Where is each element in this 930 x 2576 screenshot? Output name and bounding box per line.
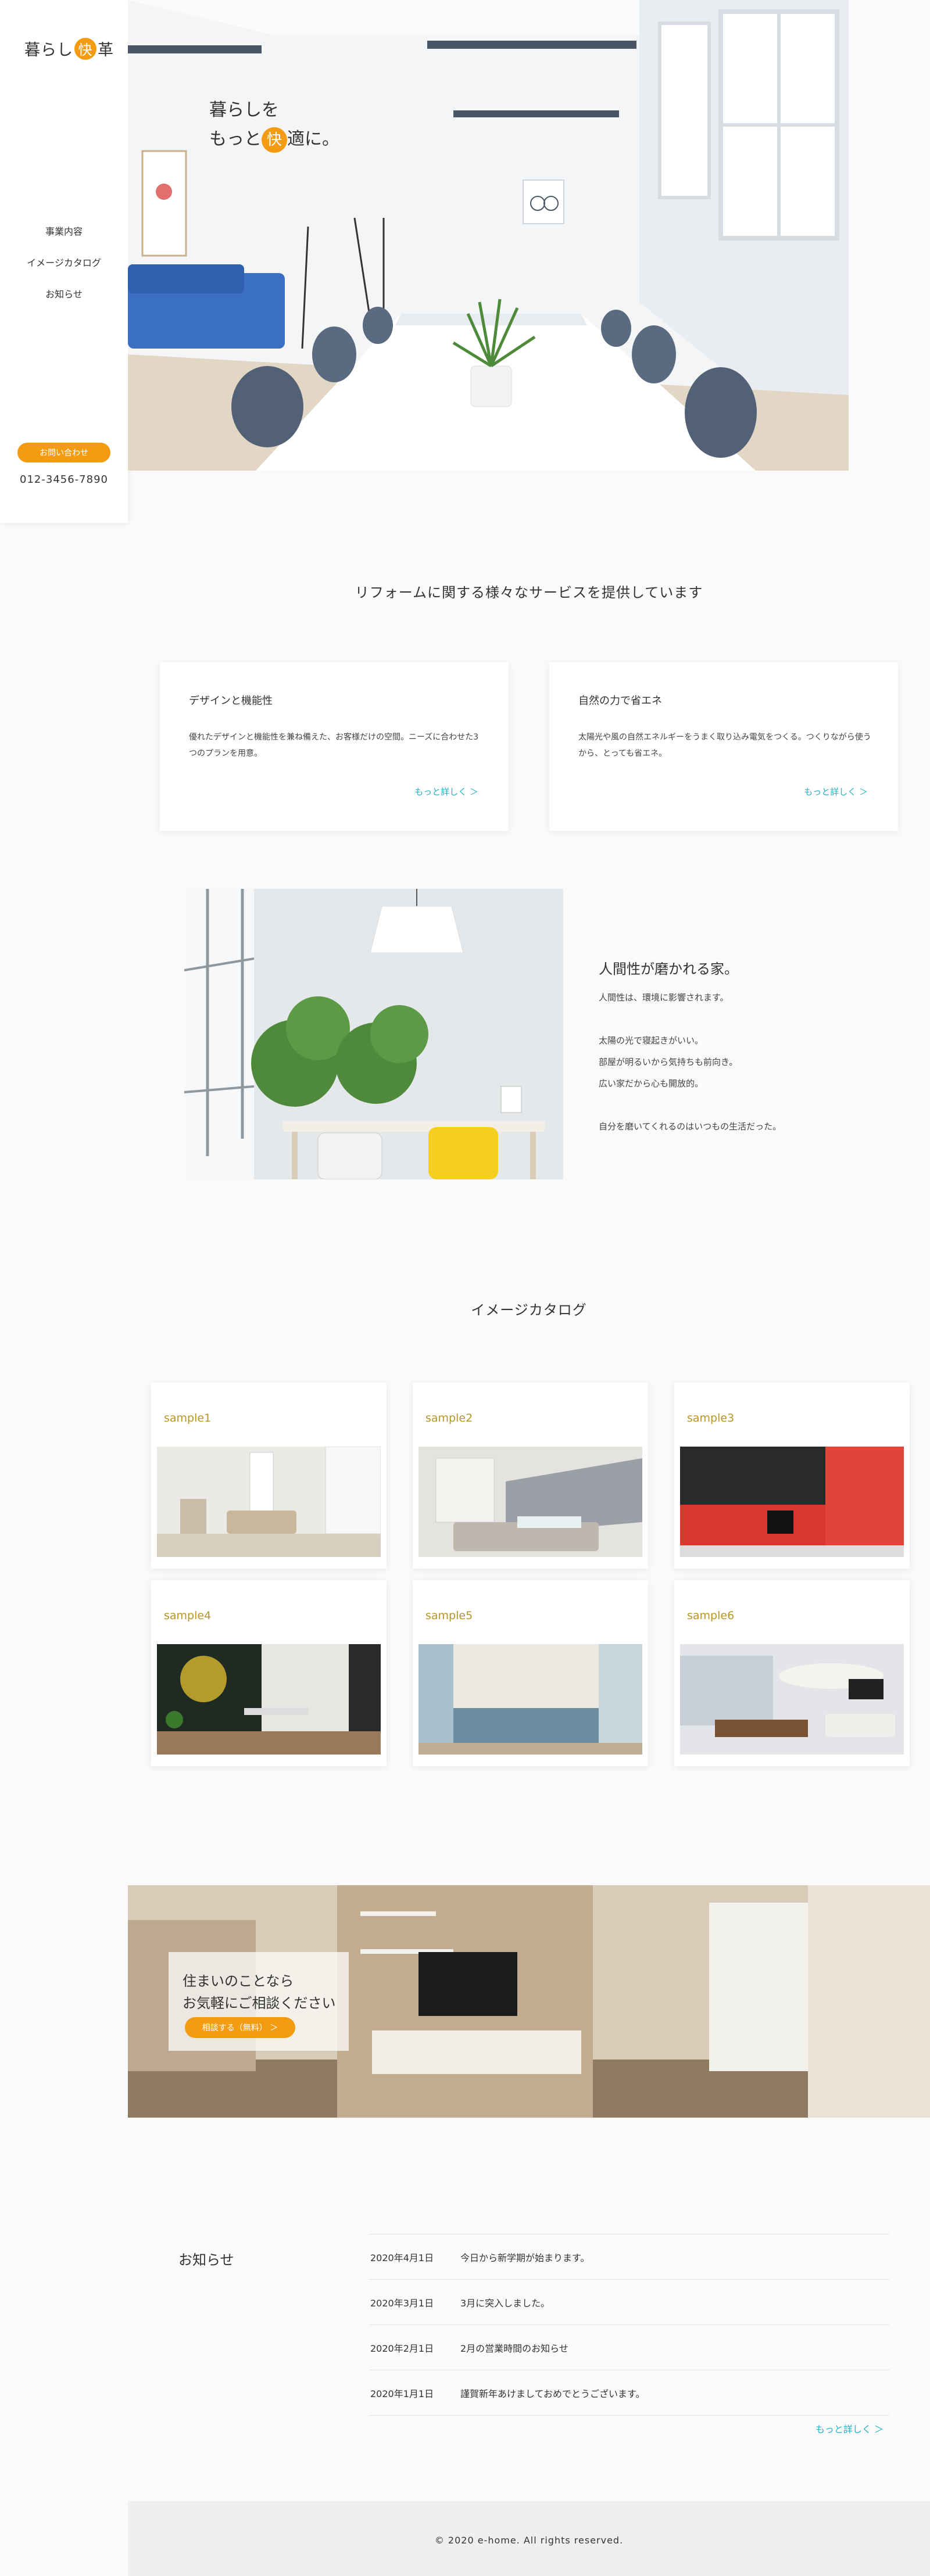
feature-line: 太陽の光で寝起きがいい。 xyxy=(599,1035,704,1046)
hero-line-2-post: 適に。 xyxy=(287,129,339,149)
news-row[interactable]: 2020年4月1日 今日から新学期が始まります。 xyxy=(369,2234,889,2280)
service-card-design: デザインと機能性 優れたデザインと機能性を兼ね備えた、お客様だけの空間。ニーズに… xyxy=(160,662,509,831)
logo-accent-char: 快 xyxy=(74,37,96,60)
news-text: 今日から新学期が始まります。 xyxy=(460,2252,590,2263)
service-card-desc: 優れたデザインと機能性を兼ね備えた、お客様だけの空間。ニーズに合わせた3つのプラ… xyxy=(189,733,479,758)
feature-text-block: 人間性が磨かれる家。 人間性は、環境に影響されます。 太陽の光で寝起きがいい。 … xyxy=(599,957,781,1138)
catalog-card-image xyxy=(157,1447,381,1557)
news-text: 3月に突入しました。 xyxy=(460,2297,550,2309)
catalog-card-image xyxy=(157,1644,381,1755)
catalog-card-name: sample5 xyxy=(425,1609,473,1622)
catalog-card-image xyxy=(419,1644,642,1755)
consult-box: 住まいのことなら お気軽にご相談ください 相談する（無料） ＞ xyxy=(169,1952,349,2051)
feature-heading: 人間性が磨かれる家。 xyxy=(599,961,738,977)
news-date: 2020年2月1日 xyxy=(370,2342,434,2354)
service-card-desc: 太陽光や風の自然エネルギーをうまく取り込み電気をつくる。つくりながら使うから、と… xyxy=(578,733,871,758)
catalog-card-name: sample2 xyxy=(425,1412,473,1425)
main-nav: 事業内容 イメージカタログ お知らせ xyxy=(0,224,128,318)
catalog-card-image xyxy=(419,1447,642,1557)
news-more-link[interactable]: もっと詳しく ＞ xyxy=(815,2421,884,2435)
news-date: 2020年4月1日 xyxy=(370,2252,434,2263)
news-row[interactable]: 2020年1月1日 謹賀新年あけましておめでとうございます。 xyxy=(369,2370,889,2416)
hero-line-2: もっと快適に。 xyxy=(209,125,339,154)
service-more-link[interactable]: もっと詳しく ＞ xyxy=(414,785,478,798)
service-card-title: 自然の力で省エネ xyxy=(578,695,662,707)
catalog-card-sample1[interactable]: sample1 xyxy=(151,1383,387,1569)
catalog-card-name: sample6 xyxy=(687,1609,735,1622)
nav-item-catalog[interactable]: イメージカタログ xyxy=(0,255,128,269)
hero-line-2-pre: もっと xyxy=(209,129,262,149)
feature-line: 部屋が明るいから気持ちも前向き。 xyxy=(599,1057,738,1067)
news-row[interactable]: 2020年2月1日 2月の営業時間のお知らせ xyxy=(369,2325,889,2370)
service-more-link[interactable]: もっと詳しく ＞ xyxy=(804,785,868,798)
hero-image: 暮らしを もっと快適に。 xyxy=(128,0,849,471)
feature-line: 人間性は、環境に影響されます。 xyxy=(599,992,729,1003)
consult-button[interactable]: 相談する（無料） ＞ xyxy=(185,2017,295,2038)
logo-text-post: 革 xyxy=(98,41,114,59)
catalog-card-sample3[interactable]: sample3 xyxy=(674,1383,910,1569)
consult-banner: 住まいのことなら お気軽にご相談ください 相談する（無料） ＞ xyxy=(128,1885,930,2118)
nav-item-news[interactable]: お知らせ xyxy=(0,286,128,300)
services-title: リフォームに関する様々なサービスを提供しています xyxy=(355,584,703,601)
news-text: 謹賀新年あけましておめでとうございます。 xyxy=(460,2388,645,2399)
feature-line-spacer xyxy=(599,1095,781,1116)
feature-line-spacer xyxy=(599,1009,781,1030)
logo[interactable]: 暮らし 快 革 xyxy=(24,37,114,60)
catalog-card-name: sample3 xyxy=(687,1412,735,1425)
logo-text-pre: 暮らし xyxy=(24,41,73,59)
catalog-card-sample6[interactable]: sample6 xyxy=(674,1580,910,1766)
copyright: © 2020 e-home. All rights reserved. xyxy=(434,2535,624,2546)
feature-line: 広い家だから心も開放的。 xyxy=(599,1078,704,1089)
phone-number: 012-3456-7890 xyxy=(20,473,108,486)
news-text: 2月の営業時間のお知らせ xyxy=(460,2342,568,2354)
news-title: お知らせ xyxy=(178,2252,234,2268)
news-row[interactable]: 2020年3月1日 3月に突入しました。 xyxy=(369,2280,889,2325)
nav-item-services[interactable]: 事業内容 xyxy=(0,224,128,238)
sidebar: 暮らし 快 革 事業内容 イメージカタログ お知らせ お問い合わせ 012-34… xyxy=(0,0,128,523)
consult-line-2: お気軽にご相談ください xyxy=(183,1995,336,2011)
news-date: 2020年3月1日 xyxy=(370,2297,434,2309)
hero-room-illustration xyxy=(128,0,849,471)
catalog-card-sample4[interactable]: sample4 xyxy=(151,1580,387,1766)
catalog-title: イメージカタログ xyxy=(471,1302,587,1318)
hero-catchphrase: 暮らしを もっと快適に。 xyxy=(209,96,339,154)
news-list: 2020年4月1日 今日から新学期が始まります。 2020年3月1日 3月に突入… xyxy=(369,2234,889,2416)
catalog-card-name: sample1 xyxy=(164,1412,212,1425)
feature-room-illustration xyxy=(184,889,563,1179)
news-date: 2020年1月1日 xyxy=(370,2388,434,2399)
catalog-card-image xyxy=(680,1644,904,1755)
catalog-card-name: sample4 xyxy=(164,1609,212,1622)
service-card-energy: 自然の力で省エネ 太陽光や風の自然エネルギーをうまく取り込み電気をつくる。つくり… xyxy=(549,662,898,831)
hero-line-1: 暮らしを xyxy=(209,100,279,120)
service-card-title: デザインと機能性 xyxy=(189,695,273,707)
catalog-card-image xyxy=(680,1447,904,1557)
contact-button[interactable]: お問い合わせ xyxy=(17,443,110,462)
hero-accent-char: 快 xyxy=(262,127,287,153)
footer: © 2020 e-home. All rights reserved. xyxy=(128,2501,930,2576)
catalog-card-sample2[interactable]: sample2 xyxy=(413,1383,648,1569)
consult-line-1: 住まいのことなら xyxy=(183,1973,294,1989)
feature-image xyxy=(184,889,563,1179)
feature-line: 自分を磨いてくれるのはいつもの生活だった。 xyxy=(599,1121,782,1132)
catalog-card-sample5[interactable]: sample5 xyxy=(413,1580,648,1766)
